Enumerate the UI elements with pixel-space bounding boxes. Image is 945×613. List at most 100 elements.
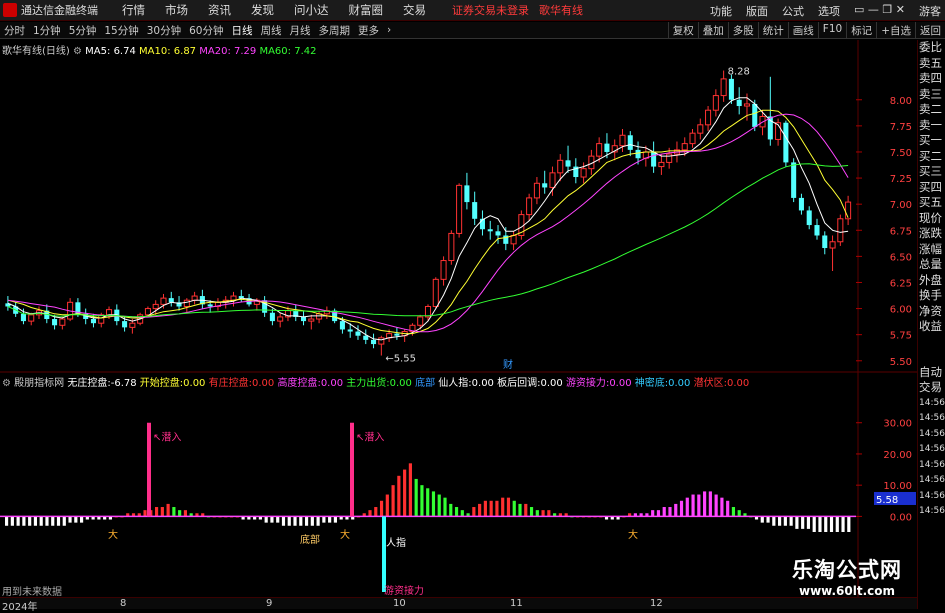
rp-sell3[interactable]: 卖三 — [918, 87, 945, 103]
rp-sell5[interactable]: 卖五 — [918, 56, 945, 72]
menu-zixun[interactable]: 资讯 — [208, 2, 231, 18]
candle-body — [783, 122, 789, 163]
indicator-bar — [431, 491, 436, 517]
rp-zongliang[interactable]: 总量 — [918, 257, 945, 273]
date-label-oct: 10 — [393, 598, 406, 609]
menu-gongshi[interactable]: 公式 — [782, 3, 804, 19]
rp-shouyi[interactable]: 收益 — [918, 319, 945, 335]
menu-gongneng[interactable]: 功能 — [710, 3, 732, 19]
period-5min[interactable]: 5分钟 — [65, 23, 101, 38]
btn-huaxian[interactable]: 画线 — [787, 22, 818, 39]
period-15min[interactable]: 15分钟 — [100, 23, 142, 38]
ma5-line — [7, 97, 849, 341]
indicator-bar — [847, 516, 851, 532]
period-weekly[interactable]: 周线 — [257, 23, 286, 38]
gear-icon[interactable]: ⚙ — [2, 378, 11, 389]
menu-faxian[interactable]: 发现 — [251, 2, 274, 18]
candle-body — [666, 153, 673, 163]
rp-zhangdie[interactable]: 涨跌 — [918, 226, 945, 242]
current-value-label: 5.58 — [876, 495, 898, 506]
rp-buy2[interactable]: 买二 — [918, 149, 945, 165]
ind-shenmi-value: 0.00 — [668, 378, 691, 389]
rp-buy5[interactable]: 买五 — [918, 195, 945, 211]
window-controls[interactable]: ▭ — ❐ ✕ — [854, 3, 905, 19]
rp-sell1[interactable]: 卖一 — [918, 118, 945, 134]
rp-jingzi[interactable]: 净资 — [918, 304, 945, 320]
btn-fuquan[interactable]: 复权 — [667, 22, 698, 39]
ind-gaodu-value: 0.00 — [320, 378, 344, 389]
rp-buy3[interactable]: 买三 — [918, 164, 945, 180]
indicator-legend: ⚙ 殿朋指标网 无庄控盘:-6.78 开始控盘:0.00 有庄控盘:0.00 高… — [2, 378, 750, 389]
indicator-bar — [703, 491, 707, 517]
login-notice[interactable]: 证券交易未登录 — [452, 2, 529, 18]
menu-wenxiaoda[interactable]: 问小达 — [294, 2, 329, 18]
btn-zixuan[interactable]: +自选 — [876, 22, 915, 39]
rp-sell4[interactable]: 卖四 — [918, 71, 945, 87]
indicator-bar — [483, 500, 487, 517]
time-entry: 14:56 — [919, 490, 945, 501]
menu-caifuquan[interactable]: 财富圈 — [349, 2, 384, 18]
btn-tongji[interactable]: 统计 — [757, 22, 788, 39]
period-monthly[interactable]: 月线 — [286, 23, 315, 38]
chart-area[interactable]: 8.00 7.75 7.50 7.25 7.00 6.75 6.50 6.25 6.00 5.75… — [0, 40, 917, 609]
candle-body — [736, 99, 742, 107]
period-30min[interactable]: 30分钟 — [143, 23, 185, 38]
rp-zidong[interactable]: 自动 — [918, 365, 945, 381]
btn-duogu[interactable]: 多股 — [727, 22, 758, 39]
ind-banhou-name: 板后回调 — [497, 378, 538, 389]
btn-fanhui[interactable]: 返回 — [915, 22, 945, 39]
btn-biaoji[interactable]: 标记 — [846, 22, 876, 39]
gear-icon[interactable]: ⚙ — [73, 46, 82, 57]
rp-sell2[interactable]: 卖二 — [918, 102, 945, 118]
period-60min[interactable]: 60分钟 — [185, 23, 227, 38]
rp-weibi[interactable]: 委比 — [918, 40, 945, 56]
indicator-bar — [812, 516, 816, 532]
candle-body — [604, 143, 610, 152]
rp-zhangfu[interactable]: 涨幅 — [918, 242, 945, 258]
period-fenshi[interactable]: 分时 — [0, 23, 29, 38]
btn-diejia[interactable]: 叠加 — [697, 22, 728, 39]
candle-body — [814, 225, 820, 236]
price-tick-label: 6.25 — [890, 278, 912, 289]
menu-jiaoyi[interactable]: 交易 — [403, 2, 426, 18]
candle-body — [339, 321, 345, 330]
candle-body — [432, 278, 439, 307]
menu-hangqing[interactable]: 行情 — [122, 2, 145, 18]
indicator-bar — [760, 516, 764, 523]
title-bar: 通达信金融终端 行情 市场 资讯 发现 问小达 财富圈 交易 证券交易未登录 歌… — [0, 0, 945, 21]
indicator-bar — [449, 503, 453, 517]
marker-icon: 大 — [108, 528, 118, 541]
chart-svg[interactable]: 8.00 7.75 7.50 7.25 7.00 6.75 6.50 6.25 6.00 5.75… — [0, 40, 917, 609]
chevron-right-icon[interactable]: › — [383, 24, 395, 36]
legend-ma20-name: MA20 — [199, 46, 228, 57]
toolbar-right: 复权 叠加 多股 统计 画线 F10 标记 +自选 返回 — [667, 22, 945, 39]
rp-jiaoyi[interactable]: 交易 — [918, 380, 945, 396]
rp-huanshou[interactable]: 换手 — [918, 288, 945, 304]
rp-waipan[interactable]: 外盘 — [918, 273, 945, 289]
candle-body — [363, 335, 369, 340]
indicator-bar — [62, 516, 66, 526]
period-multi[interactable]: 多周期 — [315, 23, 355, 38]
user-guest[interactable]: 游客 — [919, 3, 941, 19]
candle-body — [191, 295, 198, 301]
candle-body — [697, 124, 704, 134]
candle-body — [619, 134, 626, 147]
rp-buy1[interactable]: 买一 — [918, 133, 945, 149]
rp-buy4[interactable]: 买四 — [918, 180, 945, 196]
menu-banmian[interactable]: 版面 — [746, 3, 768, 19]
ind-youzi-name: 游资接力 — [565, 378, 606, 389]
indicator-bar — [10, 516, 14, 526]
period-1min[interactable]: 1分钟 — [29, 23, 65, 38]
menu-xuanxiang[interactable]: 选项 — [818, 3, 840, 19]
indicator-bar — [801, 516, 805, 529]
indicator-bar — [454, 507, 459, 517]
btn-f10[interactable]: F10 — [817, 22, 846, 39]
menu-shichang[interactable]: 市场 — [165, 2, 188, 18]
rp-xianjia[interactable]: 现价 — [918, 211, 945, 227]
indicator-bar — [328, 516, 332, 523]
period-daily[interactable]: 日线 — [228, 23, 257, 38]
indicator-bar — [333, 516, 337, 523]
indicator-bar — [437, 494, 441, 517]
period-more[interactable]: 更多 — [354, 23, 383, 38]
indicator-bar — [391, 485, 395, 517]
